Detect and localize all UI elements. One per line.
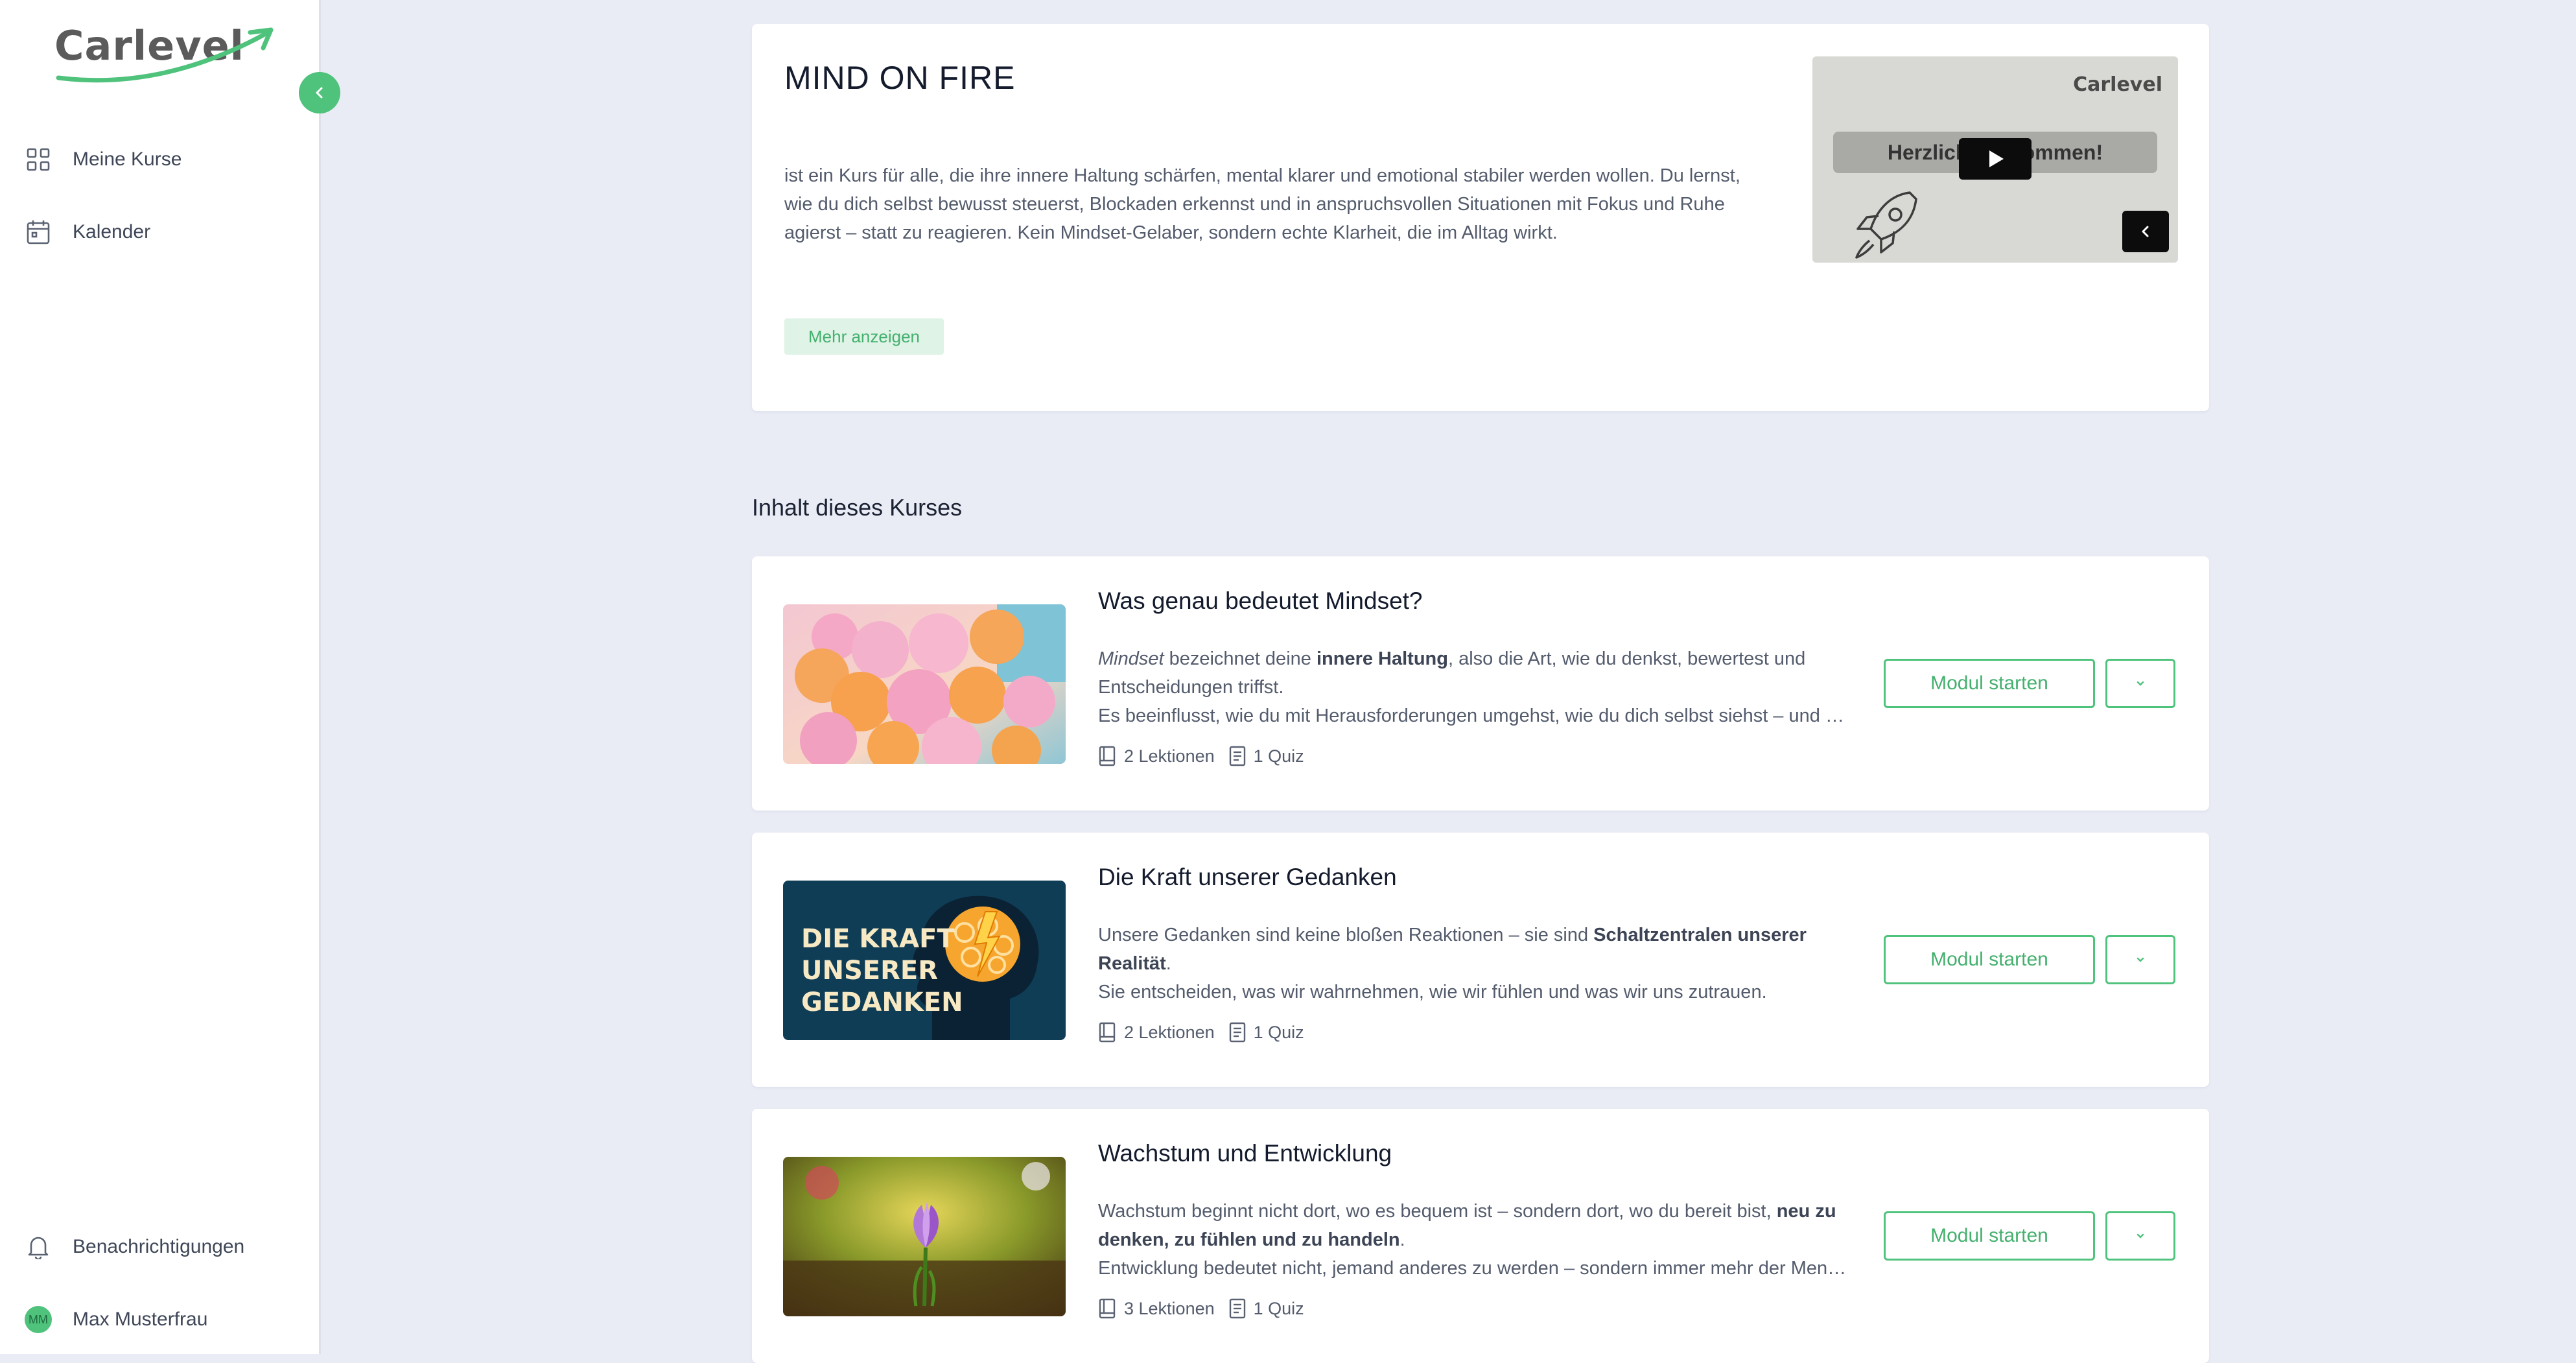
- collapse-sidebar-button[interactable]: [299, 72, 340, 113]
- user-name: Max Musterfrau: [73, 1309, 208, 1330]
- logo-swoosh-icon: [56, 27, 274, 83]
- desc-text: Es beeinflusst, wie du mit Herausforderu…: [1098, 705, 1850, 726]
- chevron-left-icon: [2142, 226, 2149, 237]
- chevron-left-icon: [316, 87, 323, 99]
- sidebar-item-meine-kurse[interactable]: Meine Kurse: [25, 140, 181, 179]
- play-button[interactable]: [1959, 138, 2032, 180]
- module-thumbnail-brain: DIE KRAFT UNSERER GEDANKEN: [783, 881, 1066, 1040]
- start-module-button[interactable]: Modul starten: [1884, 1211, 2095, 1261]
- avatar: MM: [25, 1306, 52, 1333]
- thumb-text-line: GEDANKEN: [801, 988, 963, 1017]
- desc-text: Sie entscheiden, was wir wahrnehmen, wie…: [1098, 982, 1767, 1002]
- start-module-button[interactable]: Modul starten: [1884, 935, 2095, 984]
- chevron-down-icon: [2137, 1233, 2144, 1239]
- lessons-count: 2 Lektionen: [1124, 746, 1215, 766]
- desc-text: bezeichnet deine: [1164, 648, 1317, 669]
- module-card: Was genau bedeutet Mindset? Mindset beze…: [752, 556, 2209, 811]
- quiz-document-icon: [1229, 1298, 1245, 1319]
- chevron-down-icon: [2137, 957, 2144, 962]
- rocket-icon: [1855, 191, 1917, 259]
- intro-video-player[interactable]: Carlevel Herzlich Willkommen!: [1812, 56, 2178, 263]
- module-description: Wachstum beginnt nicht dort, wo es beque…: [1098, 1197, 1850, 1283]
- module-description: Unsere Gedanken sind keine bloßen Reakti…: [1098, 921, 1850, 1006]
- show-more-button[interactable]: Mehr anzeigen: [784, 318, 944, 355]
- desc-text: Unsere Gedanken sind keine bloßen Reakti…: [1098, 925, 1594, 945]
- module-title: Die Kraft unserer Gedanken: [1098, 864, 1397, 890]
- start-module-button[interactable]: Modul starten: [1884, 659, 2095, 708]
- expand-module-button[interactable]: [2105, 935, 2175, 984]
- course-hero-card: MIND ON FIRE ist ein Kurs für alle, die …: [752, 24, 2209, 411]
- thumb-text-line: DIE KRAFT: [801, 924, 955, 954]
- sidebar-item-kalender[interactable]: Kalender: [25, 213, 150, 252]
- carlevel-logo[interactable]: Carlevel: [52, 18, 279, 89]
- module-description: Mindset bezeichnet deine innere Haltung,…: [1098, 645, 1850, 730]
- module-title: Wachstum und Entwicklung: [1098, 1140, 1392, 1167]
- lessons-count: 3 Lektionen: [1124, 1298, 1215, 1318]
- sidebar-item-label: Kalender: [73, 221, 151, 243]
- sidebar: Carlevel Meine Kurse Kalender Benachrich…: [0, 0, 321, 1354]
- thumb-text-line: UNSERER: [801, 956, 939, 986]
- sidebar-item-label: Benachrichtigungen: [73, 1236, 245, 1257]
- module-meta: 2 Lektionen 1 Quiz: [1098, 746, 1318, 766]
- desc-emphasis: Mindset: [1098, 648, 1164, 669]
- expand-module-button[interactable]: [2105, 659, 2175, 708]
- video-brand-logo: Carlevel: [2073, 73, 2162, 96]
- module-meta: 2 Lektionen 1 Quiz: [1098, 1022, 1318, 1043]
- quiz-document-icon: [1229, 1022, 1245, 1043]
- expand-module-button[interactable]: [2105, 1211, 2175, 1261]
- module-thumbnail-balloons: [783, 604, 1066, 764]
- book-icon: [1099, 746, 1116, 766]
- book-icon: [1099, 1022, 1116, 1043]
- module-meta: 3 Lektionen 1 Quiz: [1098, 1298, 1318, 1319]
- module-title: Was genau bedeutet Mindset?: [1098, 587, 1423, 614]
- book-icon: [1099, 1298, 1116, 1319]
- user-profile[interactable]: MM Max Musterfrau: [25, 1300, 207, 1339]
- play-icon: [1989, 150, 2004, 167]
- quiz-document-icon: [1229, 746, 1245, 766]
- course-description: ist ein Kurs für alle, die ihre innere H…: [784, 165, 1740, 243]
- lessons-count: 2 Lektionen: [1124, 1022, 1215, 1042]
- module-thumbnail-crocus: [783, 1157, 1066, 1316]
- quiz-count: 1 Quiz: [1253, 746, 1304, 766]
- video-prev-button[interactable]: [2122, 211, 2169, 252]
- sidebar-item-benachrichtigungen[interactable]: Benachrichtigungen: [25, 1227, 244, 1266]
- desc-text: .: [1165, 953, 1171, 974]
- section-title: Inhalt dieses Kurses: [752, 494, 963, 521]
- desc-text: Wachstum beginnt nicht dort, wo es beque…: [1098, 1201, 1777, 1222]
- desc-text: .: [1399, 1229, 1405, 1250]
- module-card: DIE KRAFT UNSERER GEDANKEN Die Kraft uns…: [752, 833, 2209, 1087]
- chevron-down-icon: [2137, 681, 2144, 686]
- calendar-icon: [25, 219, 52, 246]
- sidebar-item-label: Meine Kurse: [73, 148, 182, 170]
- desc-bold: innere Haltung: [1316, 648, 1448, 669]
- course-title: MIND ON FIRE: [784, 60, 1016, 96]
- module-card: Wachstum und Entwicklung Wachstum beginn…: [752, 1109, 2209, 1363]
- quiz-count: 1 Quiz: [1253, 1298, 1304, 1318]
- desc-text: Entwicklung bedeutet nicht, jemand ander…: [1098, 1258, 1850, 1279]
- grid-icon: [25, 146, 52, 173]
- quiz-count: 1 Quiz: [1253, 1022, 1304, 1042]
- bell-icon: [25, 1233, 52, 1261]
